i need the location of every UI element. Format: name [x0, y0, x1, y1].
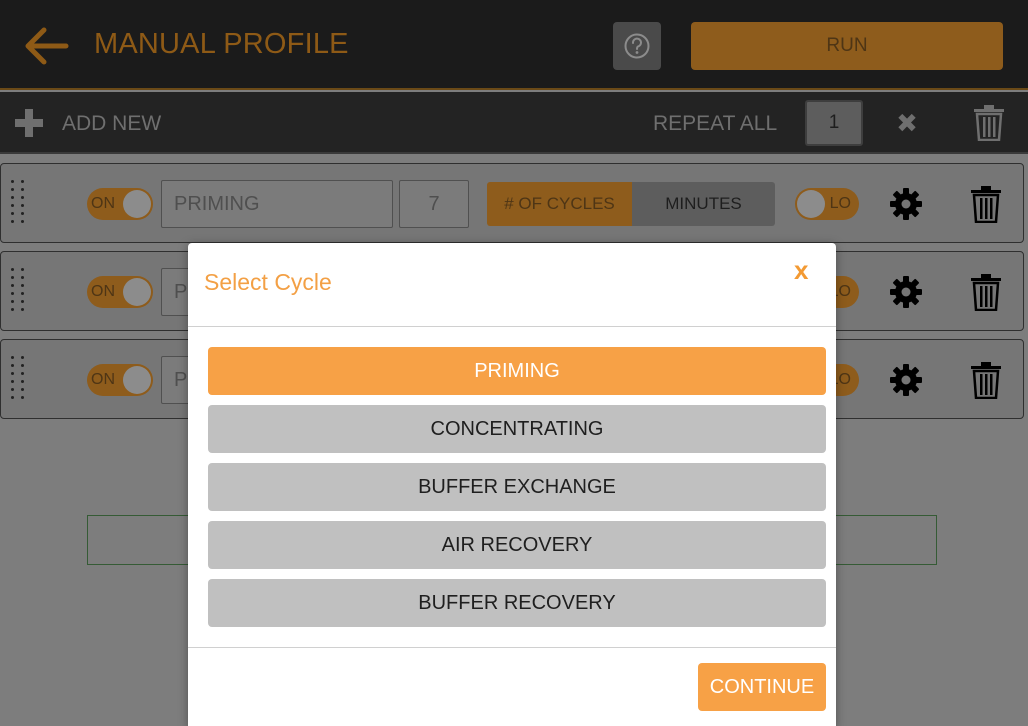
trash-icon[interactable]: [972, 105, 1006, 142]
repeat-count-input[interactable]: 1: [805, 100, 863, 146]
close-icon[interactable]: x: [794, 255, 808, 286]
gear-icon[interactable]: [889, 275, 923, 309]
help-button[interactable]: [613, 22, 661, 70]
toggle-knob: [123, 278, 151, 306]
drag-handle-icon[interactable]: [9, 268, 29, 314]
app-header: MANUAL PROFILE RUN: [0, 0, 1028, 90]
mode-minutes-button[interactable]: MINUTES: [632, 182, 775, 226]
run-button[interactable]: RUN: [691, 22, 1003, 70]
cycle-option-buffer-exchange[interactable]: BUFFER EXCHANGE: [208, 463, 826, 511]
drag-handle-icon[interactable]: [9, 180, 29, 226]
cycle-count-field[interactable]: 7: [399, 180, 469, 228]
on-toggle[interactable]: ON: [87, 276, 153, 308]
back-arrow-icon[interactable]: [22, 26, 70, 66]
on-toggle[interactable]: ON: [87, 188, 153, 220]
lo-toggle[interactable]: LO: [795, 188, 859, 220]
toggle-knob: [123, 366, 151, 394]
toggle-label: ON: [91, 283, 115, 300]
trash-icon[interactable]: [969, 273, 1003, 312]
gear-icon[interactable]: [889, 363, 923, 397]
toolbar: ADD NEW REPEAT ALL 1 ✖: [0, 92, 1028, 154]
gear-icon[interactable]: [889, 187, 923, 221]
repeat-all-label: REPEAT ALL: [653, 112, 778, 135]
plus-icon[interactable]: [14, 108, 44, 138]
help-icon: [624, 33, 650, 59]
cycle-option-air-recovery[interactable]: AIR RECOVERY: [208, 521, 826, 569]
divider: [188, 326, 836, 327]
continue-button[interactable]: CONTINUE: [698, 663, 826, 711]
on-toggle[interactable]: ON: [87, 364, 153, 396]
trash-icon[interactable]: [969, 361, 1003, 400]
cycle-option-priming[interactable]: PRIMING: [208, 347, 826, 395]
drag-handle-icon[interactable]: [9, 356, 29, 402]
cycle-name-field[interactable]: PRIMING: [161, 180, 393, 228]
toggle-label: ON: [91, 371, 115, 388]
divider: [188, 647, 836, 648]
trash-icon[interactable]: [969, 185, 1003, 224]
page-title: MANUAL PROFILE: [94, 28, 349, 60]
add-new-button[interactable]: ADD NEW: [62, 112, 161, 136]
toggle-knob: [123, 190, 151, 218]
select-cycle-modal: Select Cycle x PRIMING CONCENTRATING BUF…: [188, 243, 836, 726]
modal-title: Select Cycle: [204, 269, 332, 295]
cycle-option-buffer-recovery[interactable]: BUFFER RECOVERY: [208, 579, 826, 627]
mode-cycles-button[interactable]: # OF CYCLES: [487, 182, 632, 226]
cycle-row: ON PRIMING 7 # OF CYCLES MINUTES LO: [0, 163, 1024, 243]
clear-icon[interactable]: ✖: [893, 108, 921, 138]
cycle-option-concentrating[interactable]: CONCENTRATING: [208, 405, 826, 453]
toggle-label: LO: [829, 195, 851, 212]
toggle-knob: [797, 190, 825, 218]
toggle-label: ON: [91, 195, 115, 212]
